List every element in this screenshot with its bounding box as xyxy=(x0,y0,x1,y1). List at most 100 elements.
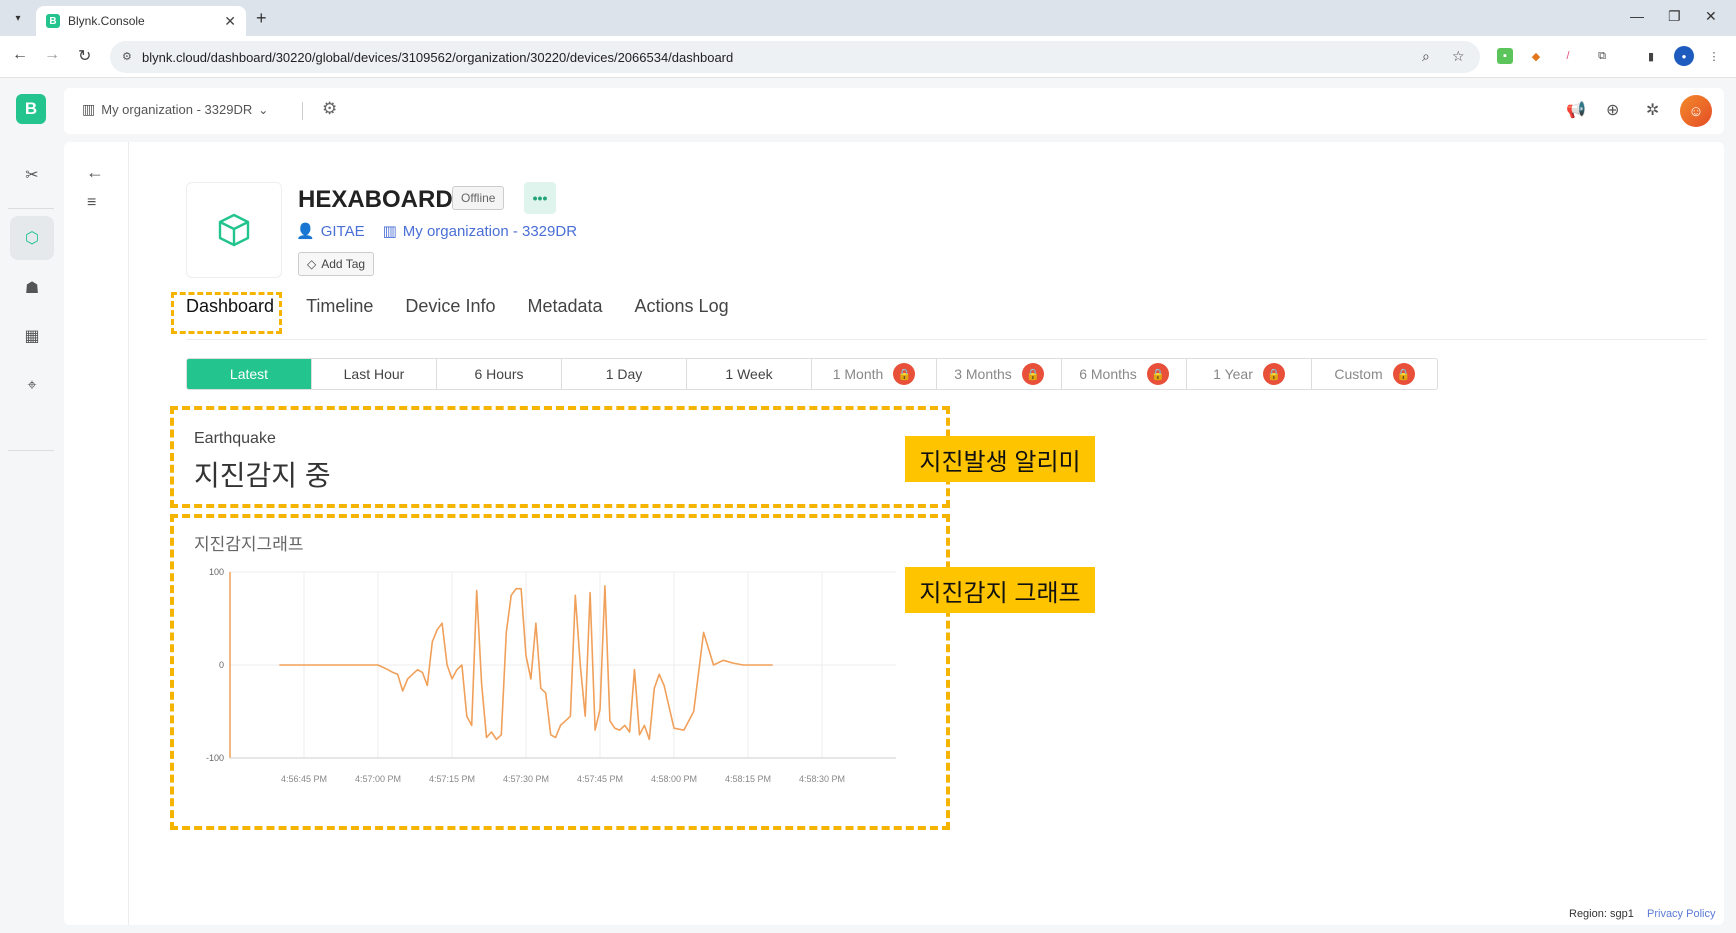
forward-icon[interactable]: → xyxy=(44,46,60,64)
gear-icon[interactable]: ⚙ xyxy=(322,99,337,119)
back-icon[interactable]: ← xyxy=(12,46,28,64)
x-tick-label: 4:56:45 PM xyxy=(281,774,327,784)
reload-icon[interactable]: ↻ xyxy=(78,46,91,66)
lock-icon: 🔒 xyxy=(893,363,916,385)
more-actions-button[interactable]: ••• xyxy=(524,182,556,214)
tab-search-icon[interactable]: ▾ xyxy=(8,8,28,28)
earthquake-line-chart: 4:56:45 PM 4:57:00 PM 4:57:15 PM 4:57:30 PM… xyxy=(206,567,896,784)
avatar[interactable]: ☺ xyxy=(1680,95,1712,127)
range-label: Last Hour xyxy=(343,366,405,382)
restore-icon[interactable]: ❐ xyxy=(1668,8,1681,25)
close-window-icon[interactable]: ✕ xyxy=(1705,8,1717,25)
device-image xyxy=(186,182,282,278)
browser-tab[interactable]: B Blynk.Console ✕ xyxy=(36,6,246,36)
range-latest[interactable]: Latest xyxy=(187,359,312,389)
separator xyxy=(302,102,303,120)
browser-menu-icon[interactable]: ⋮ xyxy=(1706,48,1722,64)
nav-divider xyxy=(8,208,54,209)
add-tag-label: Add Tag xyxy=(321,257,366,271)
devices-cube-icon[interactable]: ⬡ xyxy=(10,216,54,260)
help-lifebuoy-icon[interactable]: ⊕ xyxy=(1606,100,1619,120)
device-meta: 👤 GITAE ▥ My organization - 3329DR xyxy=(296,222,577,241)
x-tick-label: 4:57:30 PM xyxy=(503,774,549,784)
extension-green-icon[interactable]: ▪ xyxy=(1497,48,1513,64)
building-icon: ▥ xyxy=(382,223,397,240)
value-callout: 지진발생 알리미 xyxy=(905,436,1095,482)
range-label: Latest xyxy=(229,366,269,382)
range-last-hour[interactable]: Last Hour xyxy=(312,359,437,389)
locations-pin-icon[interactable]: ⌖ xyxy=(10,364,54,408)
range-label: 3 Months xyxy=(954,366,1012,382)
range-label: 1 Day xyxy=(605,366,643,382)
back-arrow-icon[interactable]: ← xyxy=(86,162,104,183)
tab-title: Blynk.Console xyxy=(68,14,145,28)
range-label: 1 Year xyxy=(1213,366,1253,382)
range-label: 6 Hours xyxy=(474,366,524,382)
widget-value: 지진감지 중 xyxy=(194,460,331,491)
owner-link[interactable]: GITAE xyxy=(321,223,365,240)
url-field[interactable]: ⚙ blynk.cloud/dashboard/30220/global/dev… xyxy=(110,41,1480,73)
widget-label: Earthquake xyxy=(194,430,276,447)
metamask-fox-icon[interactable]: ◆ xyxy=(1528,48,1544,64)
range-custom[interactable]: Custom 🔒 xyxy=(1312,359,1437,389)
device-name: HEXABOARD xyxy=(298,186,453,213)
extension-brush-icon[interactable]: / xyxy=(1560,48,1576,64)
earthquake-chart-widget: 지진감지그래프 4:56:45 PM 4:57:00 PM 4:57:15 PM 4:… xyxy=(170,514,950,830)
tab-device-info[interactable]: Device Info xyxy=(405,292,495,321)
zoom-icon[interactable]: ⌕ xyxy=(1422,48,1430,65)
address-bar: ← → ↻ ⚙ blynk.cloud/dashboard/30220/glob… xyxy=(0,36,1736,78)
add-tag-button[interactable]: ◇ Add Tag xyxy=(298,252,375,276)
lock-icon: 🔒 xyxy=(1392,363,1415,385)
sub-navigation: ← ≡ xyxy=(64,142,129,925)
top-bar: ▥ My organization - 3329DR ⌄ ⚙ 📢 ⊕ ✲ ☺ xyxy=(64,88,1724,134)
nav-divider xyxy=(8,450,54,451)
tab-timeline[interactable]: Timeline xyxy=(306,292,373,321)
range-label: 1 Week xyxy=(725,366,773,382)
range-1-week[interactable]: 1 Week xyxy=(687,359,812,389)
privacy-policy-link[interactable]: Privacy Policy xyxy=(1647,908,1715,920)
close-tab-icon[interactable]: ✕ xyxy=(224,13,236,30)
tab-divider xyxy=(186,339,1706,340)
developer-tools-icon[interactable]: ✂ xyxy=(10,153,54,197)
status-badge: Offline xyxy=(452,186,505,210)
y-tick-label: -100 xyxy=(206,753,224,763)
device-cube-icon xyxy=(218,213,250,247)
site-settings-icon[interactable]: ⚙ xyxy=(122,50,132,63)
side-panel-icon[interactable]: ▮ xyxy=(1643,48,1659,64)
x-tick-label: 4:57:45 PM xyxy=(577,774,623,784)
tab-metadata[interactable]: Metadata xyxy=(527,292,602,321)
range-3-months[interactable]: 3 Months 🔒 xyxy=(937,359,1062,389)
announcements-megaphone-icon[interactable]: 📢 xyxy=(1566,100,1586,120)
range-1-year[interactable]: 1 Year 🔒 xyxy=(1187,359,1312,389)
tab-actions-log[interactable]: Actions Log xyxy=(635,292,729,321)
y-tick-label: 0 xyxy=(219,660,224,670)
bookmark-star-icon[interactable]: ☆ xyxy=(1452,48,1465,65)
x-tick-label: 4:58:15 PM xyxy=(725,774,771,784)
menu-icon[interactable]: ≡ xyxy=(87,194,96,212)
earthquake-value-widget: Earthquake 지진감지 중 xyxy=(170,406,950,508)
region-label: Region: sgp1 xyxy=(1569,908,1634,920)
blynk-logo[interactable]: B xyxy=(16,94,46,124)
profile-icon[interactable]: ● xyxy=(1674,46,1694,66)
range-1-month[interactable]: 1 Month 🔒 xyxy=(812,359,937,389)
minimize-icon[interactable]: — xyxy=(1630,8,1644,24)
org-selector[interactable]: ▥ My organization - 3329DR ⌄ xyxy=(82,101,268,118)
blynk-favicon-icon: B xyxy=(46,14,60,28)
tag-icon: ◇ xyxy=(307,257,317,271)
lock-icon: 🔒 xyxy=(1021,363,1044,385)
range-label: Custom xyxy=(1334,366,1383,382)
range-label: 1 Month xyxy=(832,366,884,382)
bug-report-icon[interactable]: ✲ xyxy=(1646,100,1659,120)
range-1-day[interactable]: 1 Day xyxy=(562,359,687,389)
organization-link[interactable]: My organization - 3329DR xyxy=(403,223,577,240)
users-icon[interactable]: ☗ xyxy=(10,266,54,310)
new-tab-icon[interactable]: + xyxy=(256,8,267,29)
x-tick-label: 4:58:30 PM xyxy=(799,774,845,784)
range-6-months[interactable]: 6 Months 🔒 xyxy=(1062,359,1187,389)
extensions-puzzle-icon[interactable]: ⧉ xyxy=(1594,48,1610,64)
range-label: 6 Months xyxy=(1079,366,1137,382)
range-6-hours[interactable]: 6 Hours xyxy=(437,359,562,389)
building-icon: ▥ xyxy=(82,101,96,117)
organizations-icon[interactable]: ▦ xyxy=(10,314,54,358)
lock-icon: 🔒 xyxy=(1146,363,1169,385)
